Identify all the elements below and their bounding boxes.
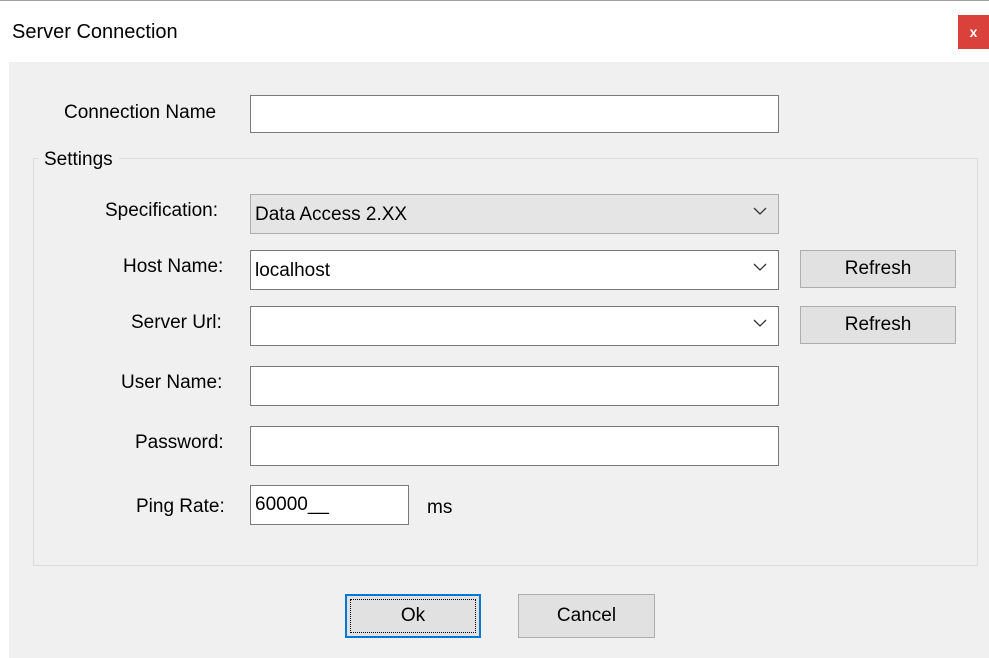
close-icon: x bbox=[969, 24, 978, 40]
server-url-dropdown[interactable] bbox=[250, 306, 779, 346]
user-name-input[interactable] bbox=[250, 366, 779, 406]
ping-rate-unit: ms bbox=[427, 497, 453, 518]
host-refresh-button[interactable]: Refresh bbox=[800, 250, 956, 288]
connection-name-input[interactable] bbox=[250, 95, 779, 133]
password-input[interactable] bbox=[250, 426, 779, 466]
title-bar: Server Connection x bbox=[0, 0, 989, 63]
user-name-label: User Name: bbox=[121, 372, 223, 393]
host-name-label: Host Name: bbox=[123, 256, 224, 277]
host-name-dropdown[interactable]: localhost bbox=[250, 250, 779, 290]
settings-group-label: Settings bbox=[38, 149, 119, 171]
chevron-down-icon bbox=[753, 319, 767, 327]
chevron-down-icon bbox=[753, 263, 767, 271]
cancel-button[interactable]: Cancel bbox=[518, 594, 655, 638]
server-url-refresh-label: Refresh bbox=[844, 314, 912, 335]
server-url-label: Server Url: bbox=[131, 312, 222, 333]
connection-name-label: Connection Name bbox=[64, 102, 217, 123]
close-button[interactable]: x bbox=[958, 15, 989, 49]
password-label: Password: bbox=[135, 432, 224, 453]
specification-value: Data Access 2.XX bbox=[255, 204, 408, 225]
host-refresh-label: Refresh bbox=[844, 258, 912, 279]
specification-label: Specification: bbox=[105, 200, 219, 221]
window-title: Server Connection bbox=[12, 21, 178, 43]
host-name-value: localhost bbox=[255, 260, 330, 281]
ok-button[interactable]: Ok bbox=[345, 594, 481, 638]
ping-rate-input[interactable] bbox=[250, 485, 409, 525]
chevron-down-icon bbox=[753, 207, 767, 215]
cancel-label: Cancel bbox=[556, 605, 617, 626]
focus-rectangle bbox=[350, 599, 476, 633]
specification-dropdown[interactable]: Data Access 2.XX bbox=[250, 194, 779, 234]
ping-rate-label: Ping Rate: bbox=[136, 496, 225, 517]
server-url-refresh-button[interactable]: Refresh bbox=[800, 306, 956, 344]
